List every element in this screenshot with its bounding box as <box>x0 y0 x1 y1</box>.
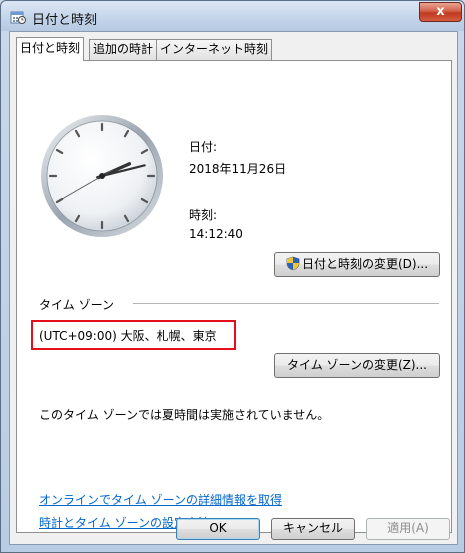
tab-panel: 日付: 2018年11月26日 時刻: 14:12:40 日付と時刻の変更(D)… <box>16 60 452 533</box>
link-timezone-info-online[interactable]: オンラインでタイム ゾーンの詳細情報を取得 <box>39 491 282 508</box>
calendar-clock-icon <box>10 11 26 24</box>
change-date-time-button[interactable]: 日付と時刻の変更(D)... <box>274 252 440 277</box>
time-value: 14:12:40 <box>189 227 243 241</box>
tab-internet-time[interactable]: インターネット時刻 <box>156 39 273 60</box>
uac-shield-icon <box>286 256 300 271</box>
tab-date-and-time[interactable]: 日付と時刻 <box>16 37 85 61</box>
cancel-button[interactable]: キャンセル <box>271 518 355 540</box>
close-icon: x <box>436 4 445 19</box>
change-timezone-button[interactable]: タイム ゾーンの変更(Z)... <box>274 353 440 378</box>
dialog-client-area: 日付と時刻 追加の時計 インターネット時刻 日付: 2018年11月26日 時刻… <box>9 31 458 545</box>
change-timezone-label: タイム ゾーンの変更(Z)... <box>286 358 427 372</box>
dst-note: このタイム ゾーンでは夏時間は実施されていません。 <box>39 408 330 422</box>
analog-clock <box>41 115 163 237</box>
title-bar[interactable]: 日付と時刻 x <box>1 1 464 31</box>
time-label: 時刻: <box>189 208 218 222</box>
tab-label: 追加の時計 <box>93 42 154 56</box>
timezone-group-label: タイム ゾーン <box>39 298 114 312</box>
tab-additional-clocks[interactable]: 追加の時計 <box>89 39 158 60</box>
window-title: 日付と時刻 <box>32 13 98 28</box>
change-date-time-label: 日付と時刻の変更(D)... <box>301 257 429 271</box>
cancel-label: キャンセル <box>282 521 343 535</box>
date-value: 2018年11月26日 <box>189 162 287 176</box>
ok-label: OK <box>209 521 227 535</box>
apply-label: 適用(A) <box>387 521 429 535</box>
tab-label: 日付と時刻 <box>20 41 81 55</box>
apply-button[interactable]: 適用(A) <box>366 518 450 540</box>
group-divider <box>133 303 439 304</box>
close-button[interactable]: x <box>419 2 462 22</box>
dialog-window: 日付と時刻 x 日付と時刻 追加の時計 インターネット時刻 日付: 2018年1… <box>0 0 465 553</box>
ok-button[interactable]: OK <box>176 518 260 540</box>
timezone-value: (UTC+09:00) 大阪、札幌、東京 <box>39 329 217 343</box>
date-label: 日付: <box>189 140 218 154</box>
tab-label: インターネット時刻 <box>160 42 269 56</box>
